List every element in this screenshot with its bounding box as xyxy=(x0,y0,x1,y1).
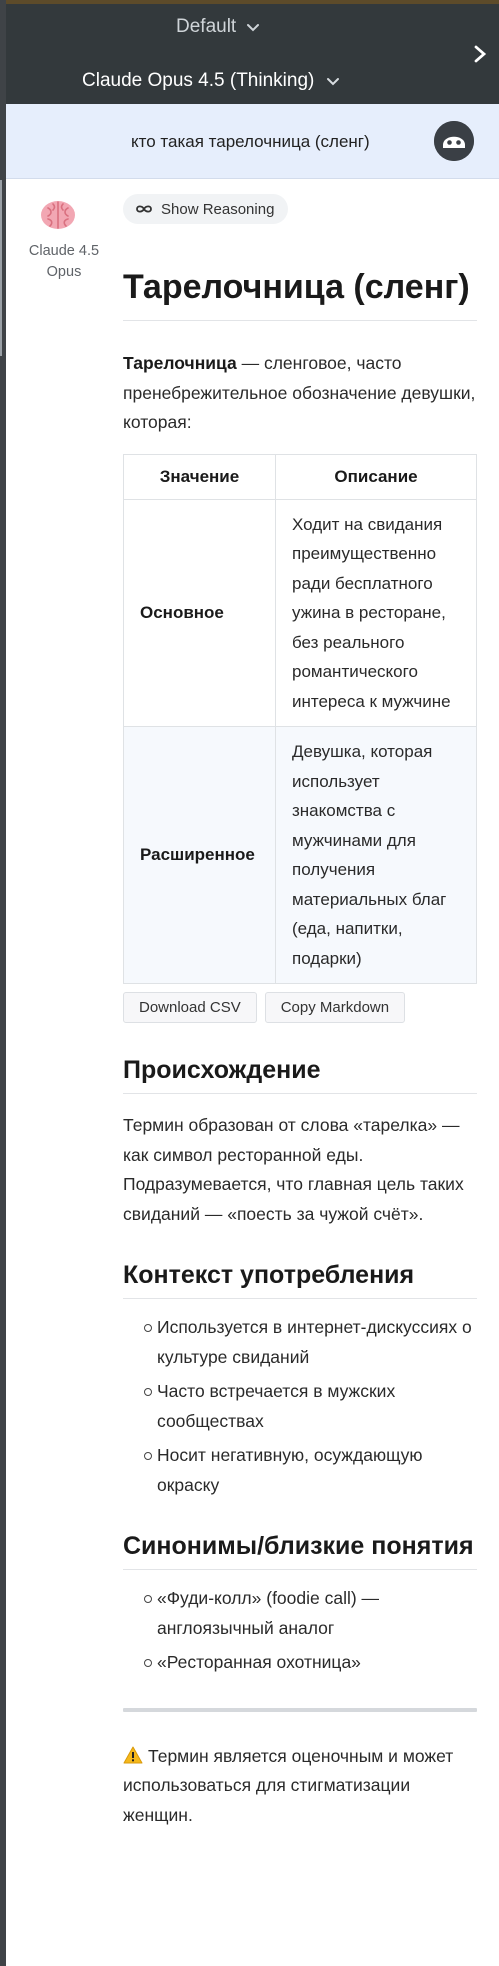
show-reasoning-label: Show Reasoning xyxy=(161,200,275,218)
context-list: Используется в интернет-дискуссиях о кул… xyxy=(123,1313,477,1500)
user-message-text: кто такая тарелочница (сленг) xyxy=(131,132,370,151)
table-cell-description: Девушка, которая использует знакомства с… xyxy=(275,726,477,984)
table-header-cell: Описание xyxy=(275,453,477,500)
list-item: Используется в интернет-дискуссиях о кул… xyxy=(123,1313,477,1372)
warning-note: Термин является оценочным и может исполь… xyxy=(123,1742,477,1831)
preset-label: Default xyxy=(176,16,237,37)
model-label: Claude Opus 4.5 (Thinking) xyxy=(82,70,315,91)
chevron-down-icon xyxy=(246,20,260,34)
table-header-cell: Значение xyxy=(123,453,276,500)
topbar-accent-line xyxy=(6,0,499,4)
synonyms-heading: Синонимы/близкие понятия xyxy=(123,1530,477,1570)
intro-term: Тарелочница xyxy=(123,353,237,373)
model-selector[interactable]: Claude Opus 4.5 (Thinking) xyxy=(82,70,340,92)
download-csv-button[interactable]: Download CSV xyxy=(123,992,257,1023)
chat-panel: Default Claude Opus 4.5 (Thinking) кто т… xyxy=(6,0,499,1966)
origin-heading: Происхождение xyxy=(123,1054,477,1094)
warning-text: Термин является оценочным и может исполь… xyxy=(123,1745,454,1825)
user-message: кто такая тарелочница (сленг) xyxy=(6,104,499,179)
chevron-right-icon[interactable] xyxy=(471,44,489,64)
definitions-table: Значение Описание Основное Ходит на свид… xyxy=(123,453,477,984)
synonyms-list: «Фуди-колл» (foodie call) — англоязычный… xyxy=(123,1584,477,1678)
table-row: Расширенное Девушка, которая использует … xyxy=(123,726,477,984)
user-avatar-icon xyxy=(434,121,474,161)
table-cell-term: Расширенное xyxy=(123,726,276,984)
context-heading: Контекст употребления xyxy=(123,1259,477,1299)
assistant-response: Show Reasoning Тарелочница (сленг) Тарел… xyxy=(123,194,477,1830)
answer-title: Тарелочница (сленг) xyxy=(123,266,477,321)
table-cell-description: Ходит на свидания преимущественно ради б… xyxy=(275,498,477,727)
copy-markdown-button[interactable]: Copy Markdown xyxy=(264,992,406,1023)
origin-text: Термин образован от слова «тарелка» — ка… xyxy=(123,1115,464,1224)
model-selector-bar: Default Claude Opus 4.5 (Thinking) xyxy=(6,0,499,104)
list-item: «Ресторанная охотница» xyxy=(123,1648,477,1678)
infinity-icon xyxy=(135,204,153,214)
table-header-row: Значение Описание xyxy=(123,453,477,500)
list-item: Носит негативную, осуждающую окраску xyxy=(123,1441,477,1500)
answer-intro: Тарелочница — сленговое, часто пренебреж… xyxy=(123,349,477,438)
assistant-name-line1: Claude 4.5 xyxy=(28,243,100,259)
table-row: Основное Ходит на свидания преимуществен… xyxy=(123,498,477,727)
assistant-name: Claude 4.5 Opus xyxy=(14,241,114,283)
table-actions: Download CSV Copy Markdown xyxy=(123,992,477,1023)
preset-selector[interactable]: Default xyxy=(176,16,260,38)
table-cell-term: Основное xyxy=(123,498,276,727)
brain-icon xyxy=(40,199,76,231)
divider xyxy=(123,1707,477,1712)
list-item: «Фуди-колл» (foodie call) — англоязычный… xyxy=(123,1584,477,1643)
assistant-name-line2: Opus xyxy=(46,264,82,280)
warning-icon xyxy=(123,1746,143,1764)
list-item: Часто встречается в мужских сообществах xyxy=(123,1377,477,1436)
chevron-down-icon xyxy=(326,74,340,88)
show-reasoning-button[interactable]: Show Reasoning xyxy=(123,194,289,224)
left-edge-strip xyxy=(0,180,2,356)
